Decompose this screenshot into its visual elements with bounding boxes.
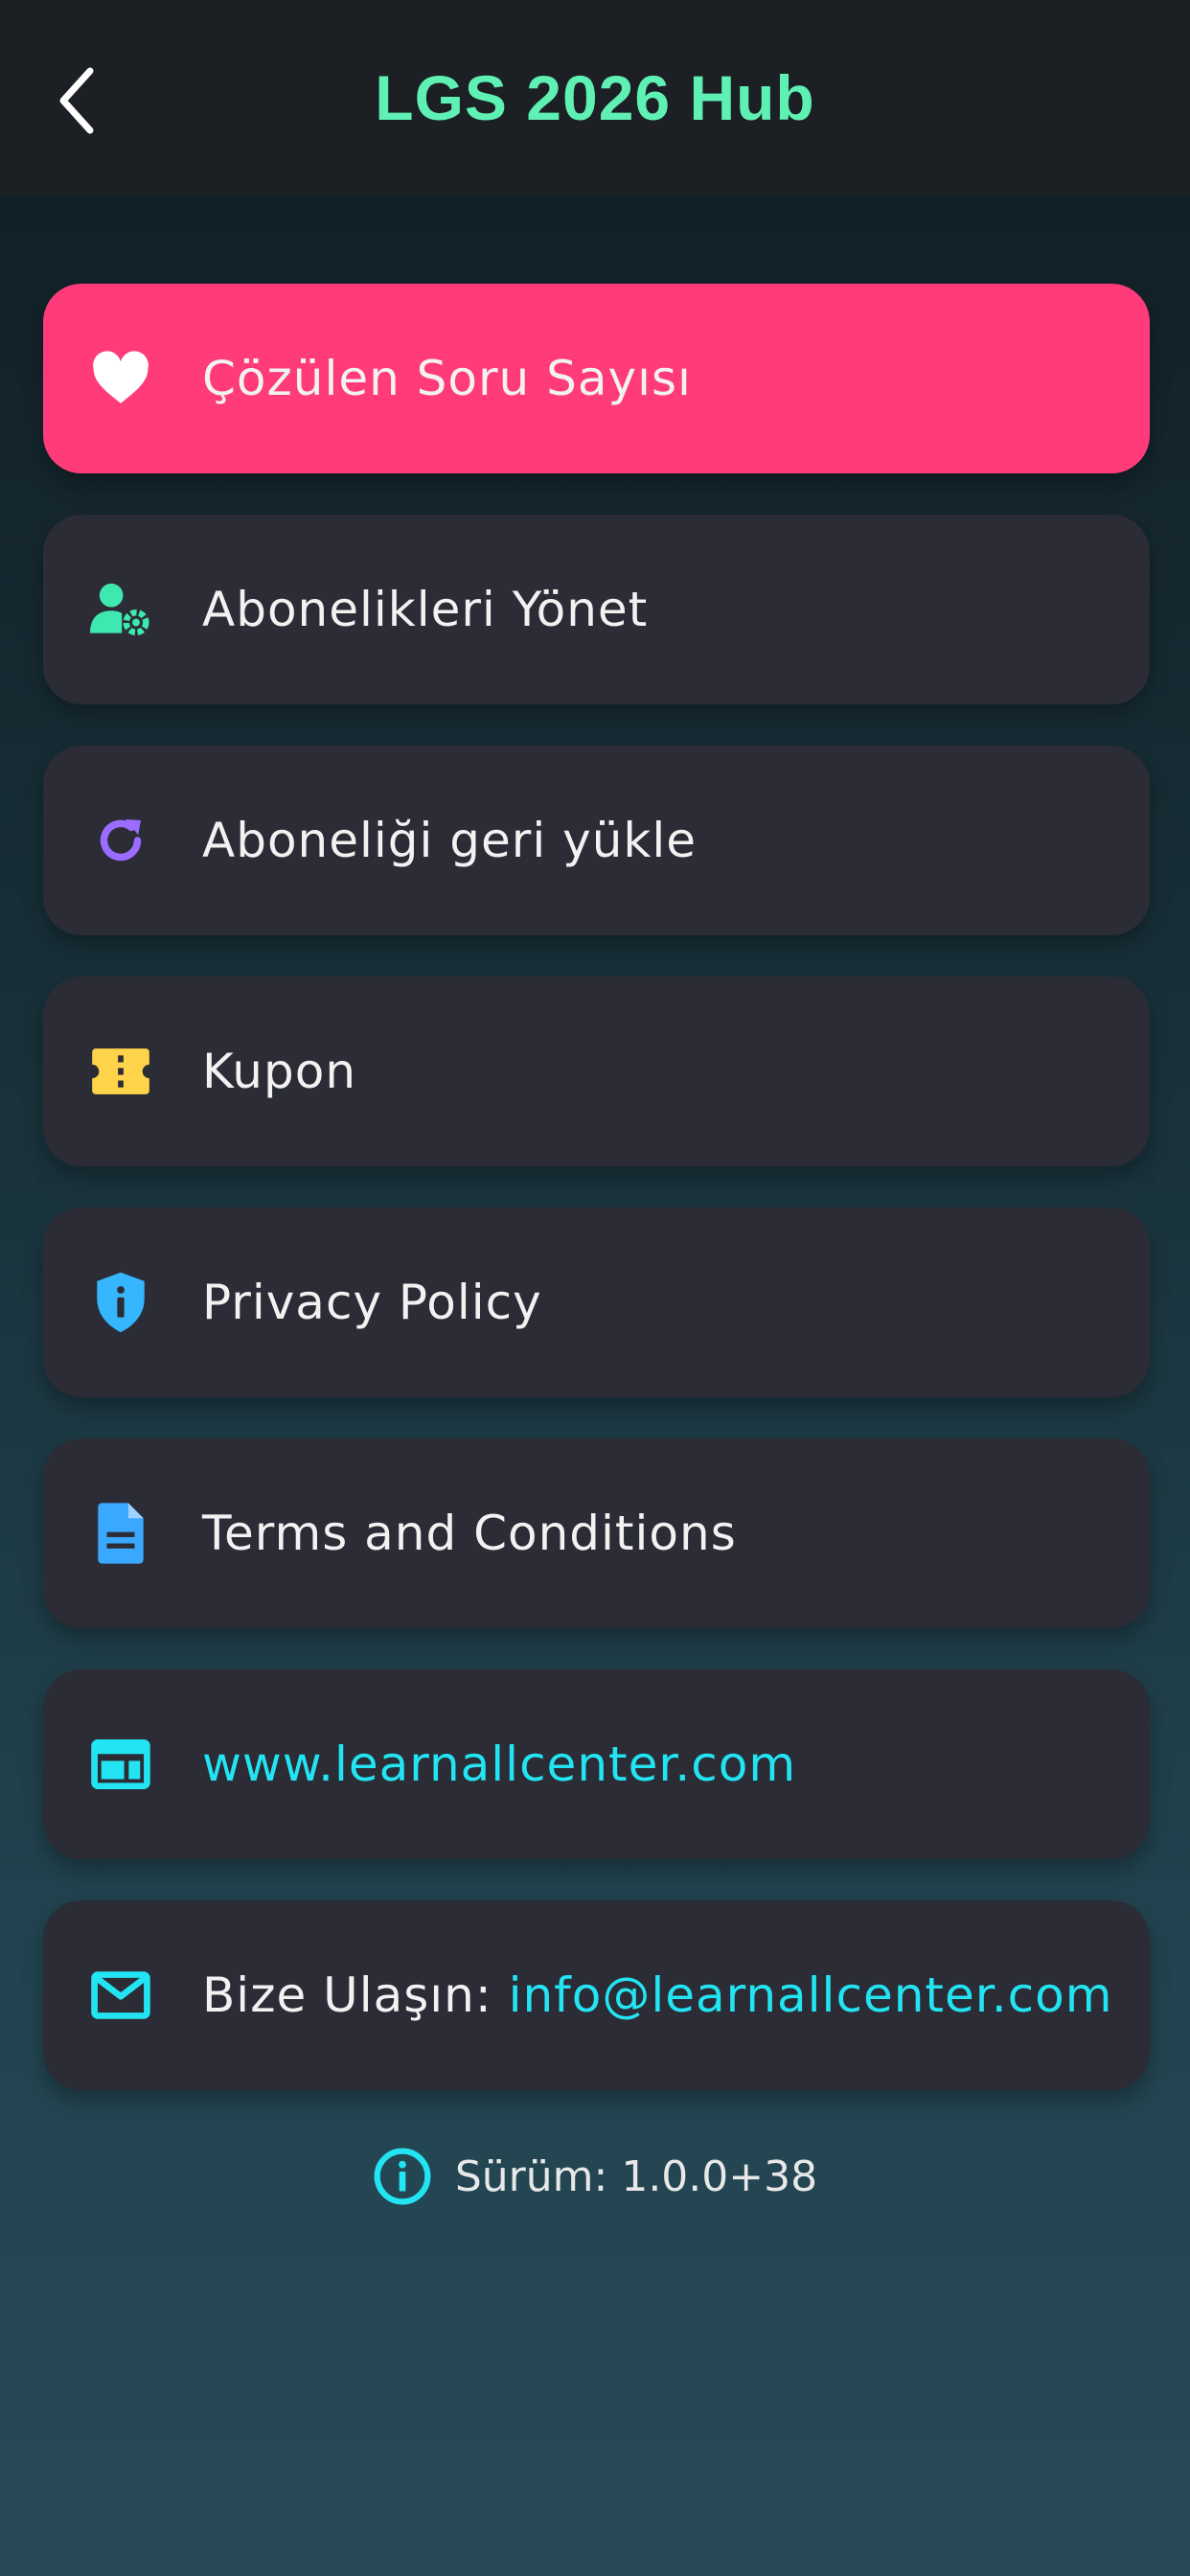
ticket-icon xyxy=(89,1040,152,1103)
website-link: www.learnallcenter.com xyxy=(202,1736,797,1792)
menu-item-coupon[interactable]: Kupon xyxy=(43,977,1150,1166)
menu-item-contact[interactable]: Bize Ulaşın: info@learnallcenter.com xyxy=(43,1900,1150,2090)
mail-icon xyxy=(89,1964,152,2027)
menu-item-label: Bize Ulaşın: info@learnallcenter.com xyxy=(202,1967,1112,2023)
heart-icon xyxy=(89,347,152,410)
refresh-icon xyxy=(89,809,152,872)
menu-item-label: Privacy Policy xyxy=(202,1275,542,1330)
menu-item-restore-subscription[interactable]: Aboneliği geri yükle xyxy=(43,746,1150,935)
version-text: Sürüm: 1.0.0+38 xyxy=(454,2151,818,2201)
web-icon xyxy=(89,1733,152,1796)
menu-item-label: Çözülen Soru Sayısı xyxy=(202,351,692,406)
settings-menu: Çözülen Soru Sayısı Abonelikleri Yönet A… xyxy=(43,284,1150,2131)
contact-label: Bize Ulaşın: xyxy=(202,1967,509,2023)
menu-item-label: Abonelikleri Yönet xyxy=(202,582,649,637)
menu-item-privacy-policy[interactable]: Privacy Policy xyxy=(43,1208,1150,1397)
version-info: Sürüm: 1.0.0+38 xyxy=(0,2147,1190,2206)
menu-item-label: Terms and Conditions xyxy=(202,1506,737,1561)
menu-item-label: Kupon xyxy=(202,1044,357,1099)
shield-info-icon xyxy=(89,1271,152,1334)
contact-email-link[interactable]: info@learnallcenter.com xyxy=(509,1967,1113,2023)
menu-item-terms[interactable]: Terms and Conditions xyxy=(43,1438,1150,1628)
info-circle-icon xyxy=(374,2148,431,2205)
user-settings-icon xyxy=(89,578,152,641)
document-icon xyxy=(89,1502,152,1565)
page-title: LGS 2026 Hub xyxy=(375,62,815,133)
menu-item-label: Aboneliği geri yükle xyxy=(202,813,698,868)
menu-item-solved-questions[interactable]: Çözülen Soru Sayısı xyxy=(43,284,1150,473)
menu-item-website[interactable]: www.learnallcenter.com xyxy=(43,1669,1150,1859)
menu-item-manage-subscriptions[interactable]: Abonelikleri Yönet xyxy=(43,515,1150,704)
app-header: LGS 2026 Hub xyxy=(0,0,1190,196)
